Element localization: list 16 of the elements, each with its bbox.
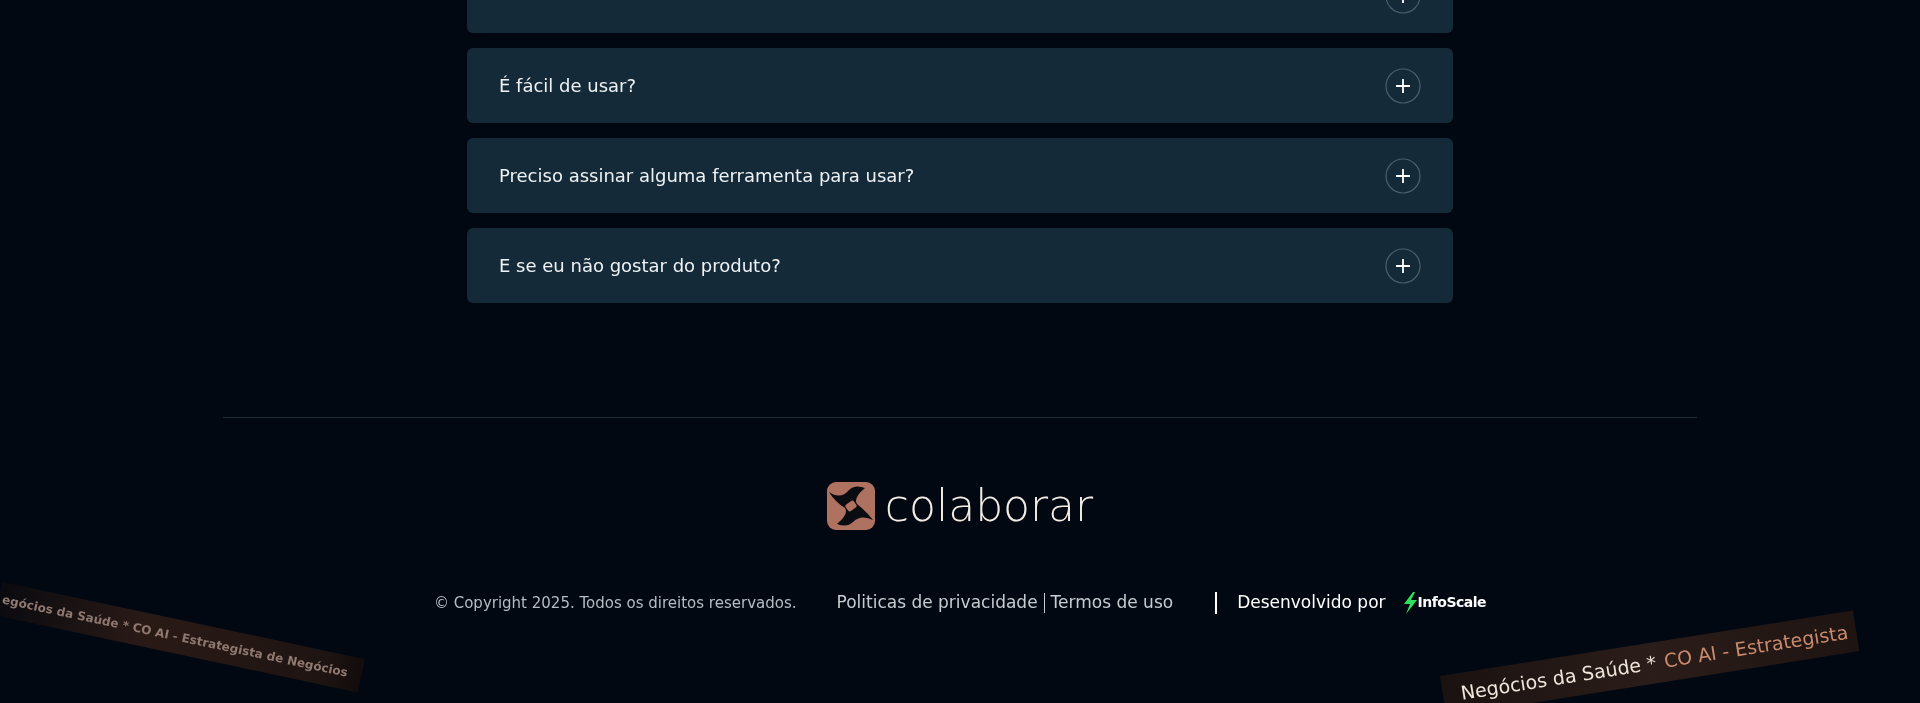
banner-text: Negócios da Saúde * <box>1458 650 1659 703</box>
faq-question[interactable]: E se eu não gostar do produto? <box>467 228 1453 303</box>
lightning-icon <box>1401 591 1418 614</box>
developed-by-text: Desenvolvido por <box>1237 591 1386 614</box>
logo-icon <box>826 482 875 530</box>
footer-link[interactable]: Termos de uso <box>1050 590 1174 616</box>
brand-name: colaborar <box>884 484 1094 528</box>
footer-link[interactable]: Politicas de privacidade <box>836 590 1038 616</box>
banner-text: CO AI - Estrategista <box>1661 619 1851 674</box>
copyright-text: © Copyright 2025. Todos os direitos reservados. <box>433 592 797 614</box>
faq-question[interactable]: É fácil de usar? <box>467 48 1453 123</box>
plus-icon <box>1385 247 1421 284</box>
plus-icon <box>1385 157 1421 194</box>
plus-icon <box>1385 67 1421 104</box>
developer-name: InfoScale <box>1417 593 1487 613</box>
faq-question[interactable]: Preciso assinar alguma ferramenta para usar? <box>467 138 1453 213</box>
